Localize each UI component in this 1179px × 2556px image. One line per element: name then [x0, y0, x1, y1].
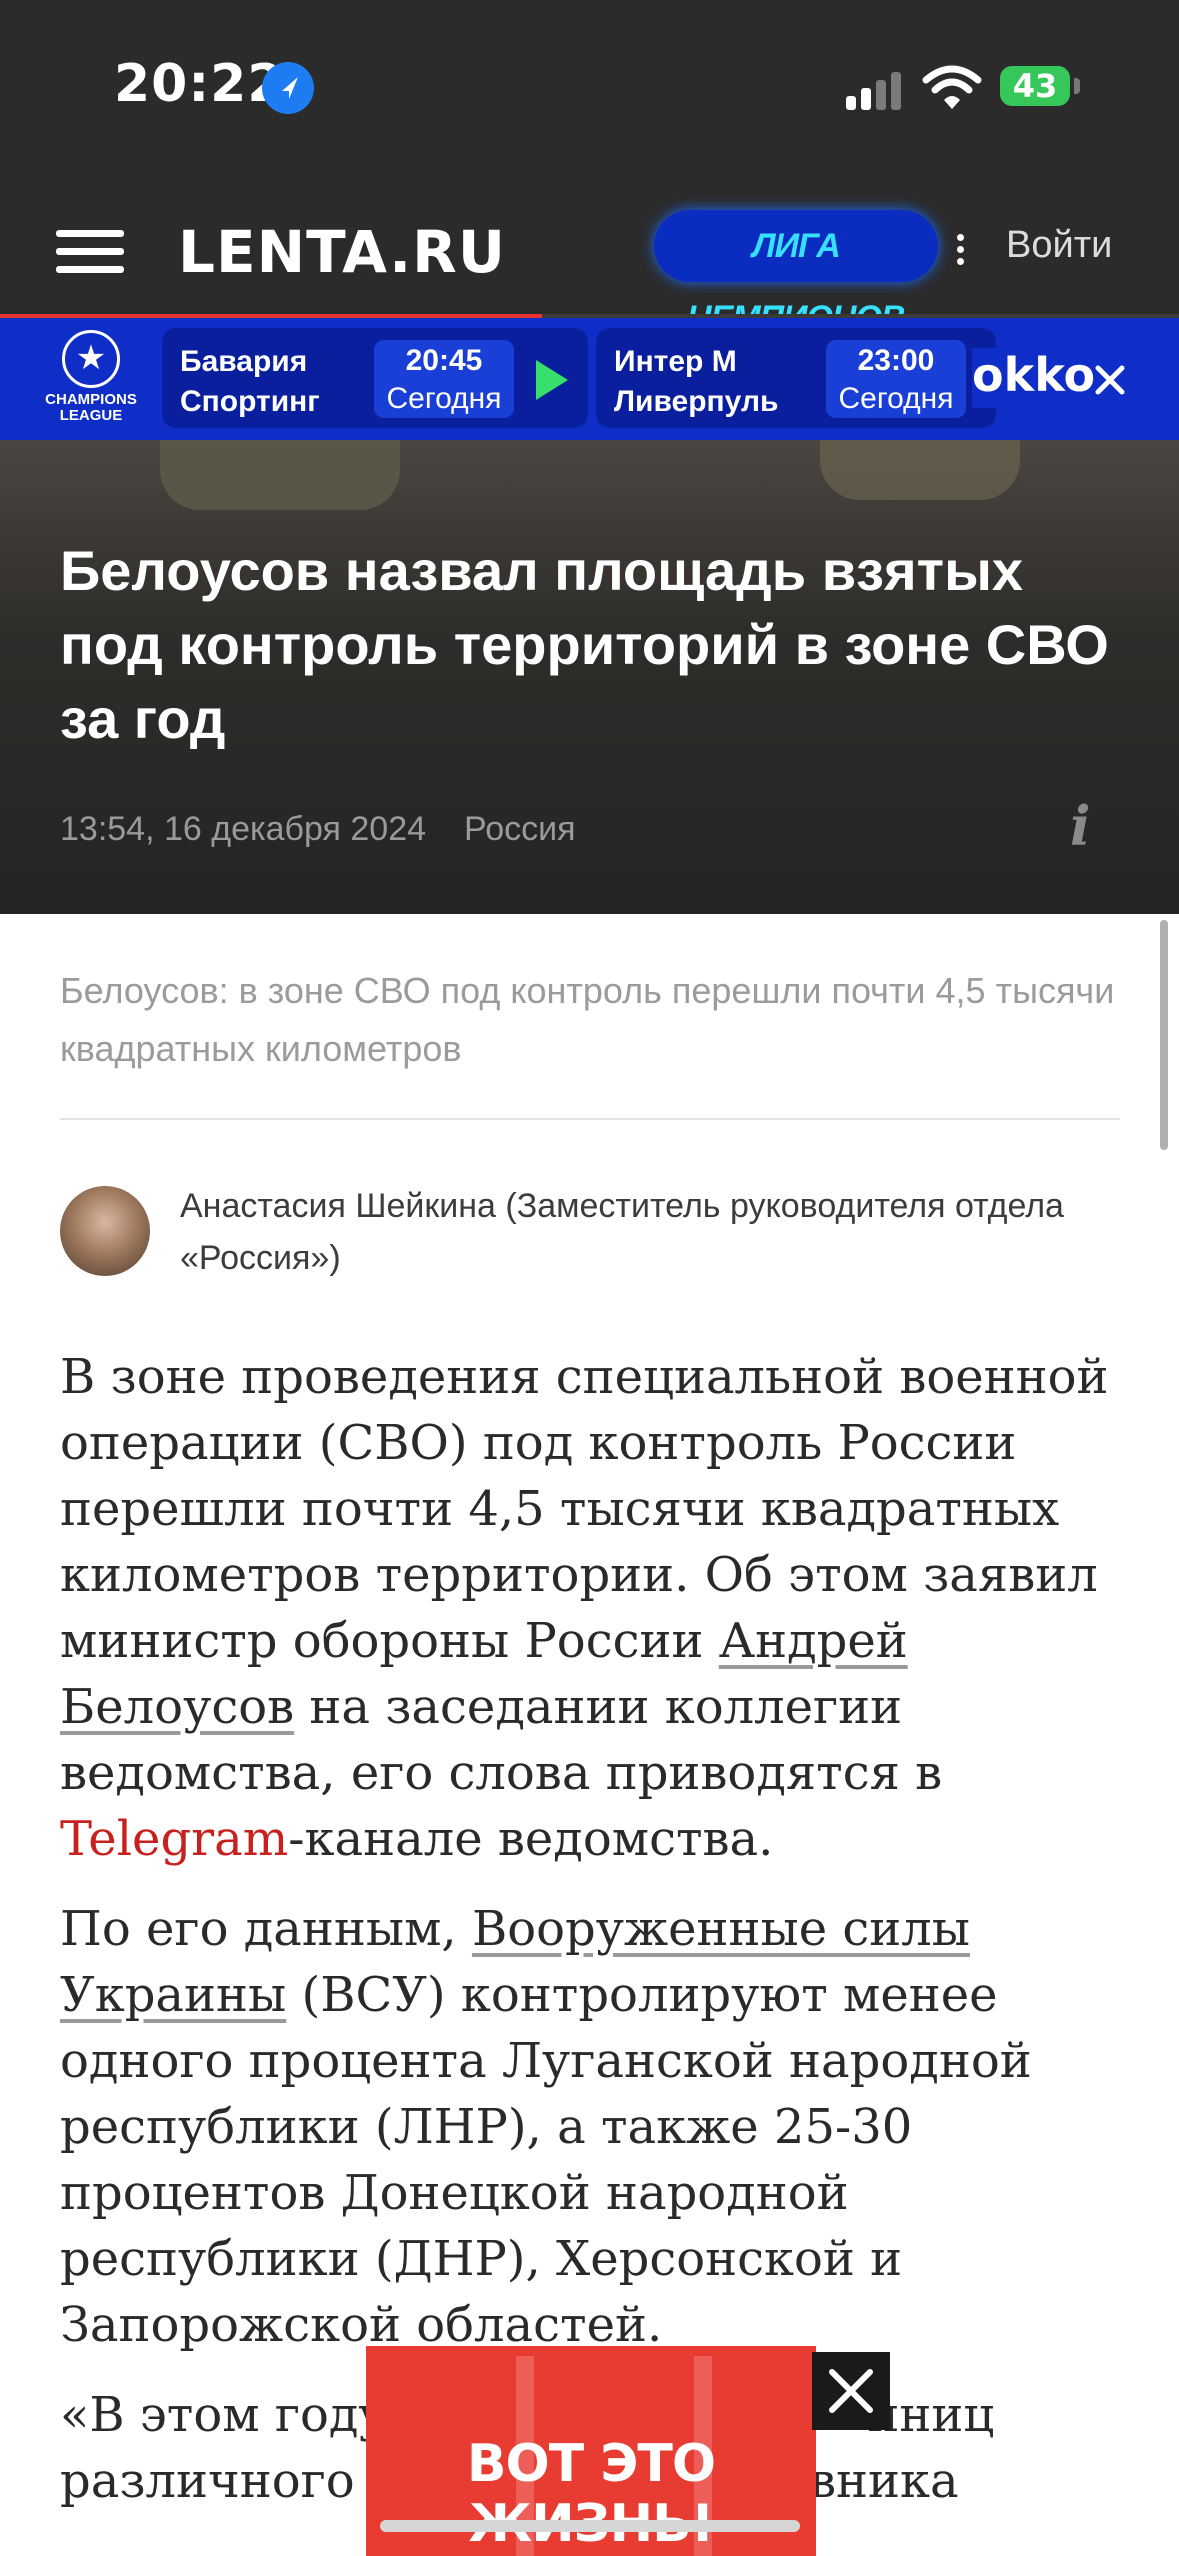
match-1-home-team: Бавария	[180, 345, 308, 378]
champions-league-promo-button[interactable]: ЛИГА ЧЕМПИОНОВ	[654, 210, 938, 337]
battery-tip	[1074, 78, 1080, 94]
hero-photo-detail	[820, 440, 1020, 500]
divider	[60, 1118, 1120, 1120]
match-card-2[interactable]: Интер М Ливерпуль 23:00 Сегодня	[596, 328, 996, 428]
ad-text: ВОТ ЭТО ЖИЗНЬ!	[466, 2434, 716, 2554]
match-1-away-team: Спортинг	[180, 385, 320, 418]
wifi-icon	[922, 62, 982, 112]
okko-partner-logo[interactable]: okko	[972, 348, 1112, 408]
article-rubric-link[interactable]: Россия	[464, 810, 576, 848]
status-bar: 20:22 43	[0, 0, 1179, 180]
author-name-link[interactable]: Анастасия Шейкина (Заместитель руководит…	[180, 1180, 1120, 1284]
article-hero: Белоусов назвал площадь взятых под контр…	[0, 440, 1179, 914]
article-meta: 13:54, 16 декабря 2024 Россия	[60, 810, 576, 849]
article-datetime: 13:54, 16 декабря 2024	[60, 810, 427, 848]
scrollbar[interactable]	[1160, 920, 1168, 1150]
ad-close-icon[interactable]	[812, 2352, 890, 2430]
ucl-logo-text: CHAMPIONS LEAGUE	[45, 391, 137, 424]
location-arrow-icon	[262, 62, 314, 114]
site-header: LENTA.RU ЛИГА ЧЕМПИОНОВ Войти	[0, 190, 1179, 337]
match-1-time: 20:45	[405, 344, 483, 377]
paragraph-2: По его данным, Вооруженные силы Украины …	[60, 1901, 1032, 2353]
telegram-link[interactable]: Telegram	[60, 1811, 288, 1867]
match-2-time: 23:00	[857, 344, 935, 377]
match-1-kickoff: 20:45 Сегодня	[374, 340, 514, 418]
cellular-signal-icon	[846, 70, 904, 110]
ucl-starball-icon: ★	[62, 330, 120, 388]
site-logo[interactable]: LENTA.RU	[178, 218, 506, 286]
match-scorebar: ★ CHAMPIONS LEAGUE Бавария Спортинг 20:4…	[0, 318, 1179, 440]
match-2-kickoff: 23:00 Сегодня	[826, 340, 966, 418]
article-headline: Белоусов назвал площадь взятых под контр…	[60, 539, 1109, 750]
more-vertical-icon[interactable]	[954, 230, 966, 270]
home-indicator[interactable]	[380, 2520, 800, 2532]
play-icon[interactable]	[536, 360, 568, 400]
menu-hamburger-icon[interactable]	[56, 230, 124, 274]
match-2-home-team: Интер М	[614, 345, 737, 378]
match-2-day: Сегодня	[838, 382, 954, 415]
champions-league-logo: ★ CHAMPIONS LEAGUE	[36, 330, 146, 430]
paragraph-1: В зоне проведения специальной военной оп…	[60, 1349, 1109, 1867]
match-card-1[interactable]: Бавария Спортинг 20:45 Сегодня	[162, 328, 588, 428]
battery-icon: 43	[1000, 66, 1070, 106]
match-2-away-team: Ливерпуль	[614, 385, 779, 418]
author-avatar[interactable]	[60, 1186, 150, 1276]
status-time: 20:22	[114, 54, 285, 114]
article-lead: Белоусов: в зоне СВО под контроль перешл…	[60, 970, 1115, 1069]
hero-photo	[160, 440, 400, 510]
login-link[interactable]: Войти	[1006, 224, 1112, 267]
close-icon[interactable]	[1092, 362, 1128, 398]
match-1-day: Сегодня	[386, 382, 502, 415]
info-icon[interactable]: i	[1070, 794, 1091, 858]
